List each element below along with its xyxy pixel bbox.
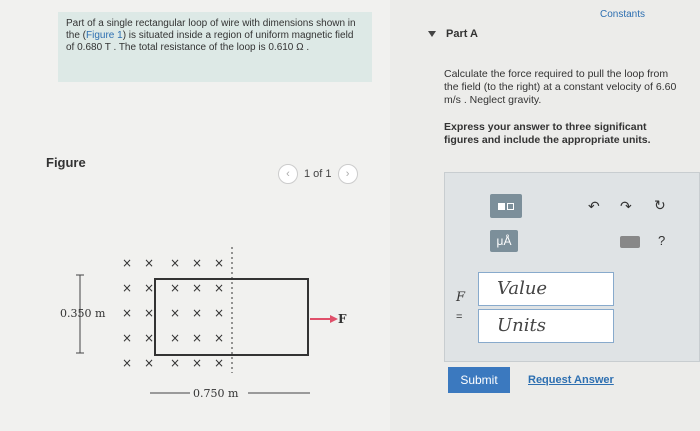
- field-x-symbol: ×: [170, 281, 180, 295]
- part-header[interactable]: Part A: [428, 28, 478, 40]
- constants-link[interactable]: Constants: [600, 9, 645, 20]
- field-x-symbol: ×: [144, 331, 154, 345]
- units-button[interactable]: μÅ: [490, 230, 518, 252]
- field-x-symbol: ×: [122, 356, 132, 370]
- chevron-right-icon: ›: [345, 168, 350, 180]
- field-x-symbol: ×: [122, 306, 132, 320]
- field-x-symbol: ×: [214, 306, 224, 320]
- equals-sign: =: [456, 311, 463, 323]
- part-title: Part A: [446, 28, 478, 40]
- height-label: 0.350 m: [60, 307, 106, 320]
- field-x-symbol: ×: [170, 356, 180, 370]
- field-x-symbol: ×: [122, 331, 132, 345]
- variable-label: F: [456, 290, 466, 305]
- prev-figure-button[interactable]: ‹: [278, 164, 298, 184]
- chevron-left-icon: ‹: [286, 168, 290, 180]
- field-x-symbol: ×: [144, 281, 154, 295]
- submit-button[interactable]: Submit: [448, 367, 510, 393]
- field-x-symbol: ×: [122, 281, 132, 295]
- field-x-symbol: ×: [144, 256, 154, 270]
- template-icon: [498, 202, 514, 210]
- width-label: 0.750 m: [193, 387, 239, 400]
- request-answer-link[interactable]: Request Answer: [528, 374, 614, 386]
- field-x-symbol: ×: [214, 281, 224, 295]
- field-x-symbol: ×: [144, 306, 154, 320]
- field-x-symbol: ×: [192, 256, 202, 270]
- mu-icon: μÅ: [496, 234, 512, 248]
- field-x-symbol: ×: [192, 281, 202, 295]
- pager-text: 1 of 1: [304, 168, 332, 180]
- problem-statement: Part of a single rectangular loop of wir…: [58, 12, 372, 82]
- figure-title: Figure: [46, 155, 86, 170]
- field-x-symbol: ×: [144, 356, 154, 370]
- figure-pager: ‹ 1 of 1 ›: [278, 164, 358, 184]
- value-input[interactable]: Value: [478, 272, 614, 306]
- field-x-symbol: ×: [170, 306, 180, 320]
- field-x-symbol: ×: [214, 256, 224, 270]
- caret-down-icon: [428, 31, 436, 37]
- reset-icon[interactable]: ↻: [654, 197, 666, 214]
- help-icon[interactable]: ?: [658, 233, 665, 248]
- force-label: F: [338, 312, 347, 326]
- field-x-symbol: ×: [192, 306, 202, 320]
- units-input[interactable]: Units: [478, 309, 614, 343]
- keyboard-icon[interactable]: [620, 236, 640, 248]
- field-x-symbol: ×: [170, 256, 180, 270]
- template-button[interactable]: [490, 194, 522, 218]
- loop-diagram: × × × × × × × × × × × × × × × × × × × × × × × × × 0.350 m F 0.75…: [60, 247, 347, 400]
- field-x-symbol: ×: [192, 331, 202, 345]
- figure-link[interactable]: Figure 1: [86, 30, 123, 41]
- answer-instructions: Express your answer to three significant…: [444, 121, 651, 146]
- undo-icon[interactable]: ↶: [588, 198, 600, 215]
- field-x-symbol: ×: [170, 331, 180, 345]
- magnetic-field-symbols: × × × × × × × × × × × × × × × × × × × × × × × × ×: [122, 256, 224, 370]
- next-figure-button[interactable]: ›: [337, 164, 358, 184]
- field-x-symbol: ×: [214, 356, 224, 370]
- question-text: Calculate the force required to pull the…: [444, 68, 677, 106]
- field-x-symbol: ×: [192, 356, 202, 370]
- field-x-symbol: ×: [122, 256, 132, 270]
- field-x-symbol: ×: [214, 331, 224, 345]
- redo-icon[interactable]: ↷: [620, 198, 632, 215]
